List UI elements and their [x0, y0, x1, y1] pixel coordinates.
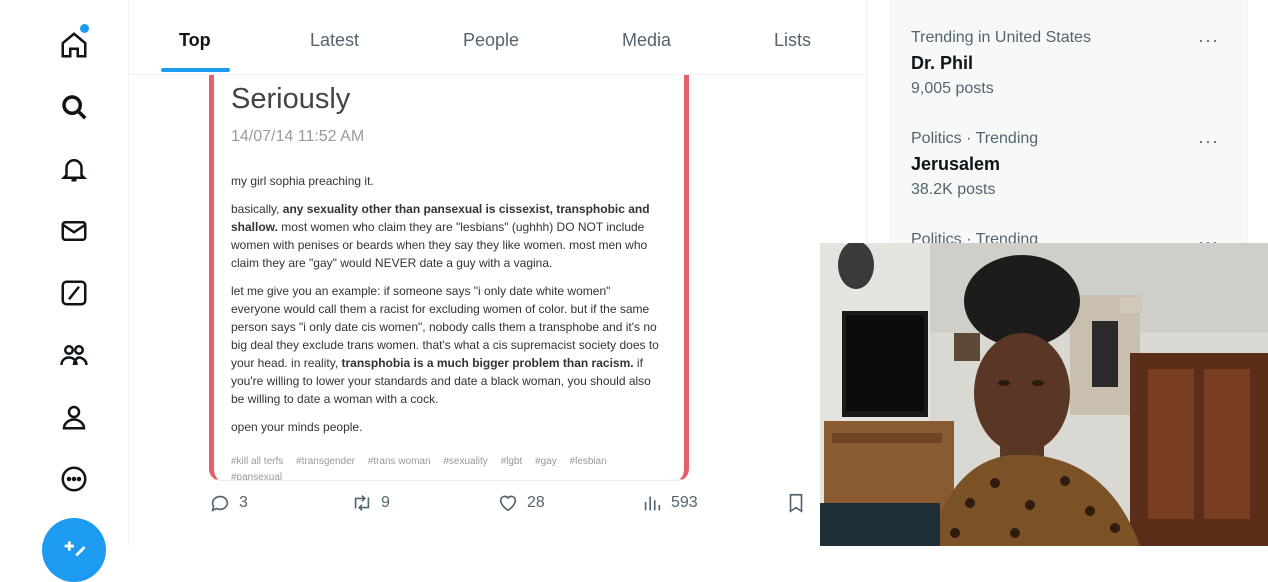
heart-icon	[499, 495, 517, 512]
tag: #gay	[535, 456, 557, 467]
view-count: 593	[671, 494, 698, 511]
views-icon	[644, 496, 661, 511]
more-icon[interactable]	[56, 461, 92, 497]
compose-icon	[64, 541, 86, 557]
tab-latest[interactable]: Latest	[310, 30, 359, 51]
main-column: Seriously 14/07/14 11:52 AM my girl soph…	[128, 0, 867, 546]
tag: #transgender	[296, 456, 355, 467]
reply-count: 3	[239, 494, 248, 511]
tab-top[interactable]: Top	[179, 30, 211, 51]
more-options-icon[interactable]: ···	[1198, 30, 1219, 51]
post-paragraph: let me give you an example: if someone s…	[231, 282, 661, 408]
post-image-card[interactable]: Seriously 14/07/14 11:52 AM my girl soph…	[209, 74, 689, 481]
webcam-overlay	[820, 243, 1268, 546]
tag: #sexuality	[443, 456, 488, 467]
post-tags: #kill all terfs #transgender #trans woma…	[231, 454, 661, 481]
tag: #kill all terfs	[231, 456, 284, 467]
trend-meta: Trending in United States	[911, 29, 1091, 46]
repost-icon	[354, 495, 370, 511]
trend-name: Dr. Phil	[911, 53, 974, 73]
active-tab-indicator	[161, 68, 230, 72]
search-icon[interactable]	[56, 89, 92, 125]
notification-dot	[80, 24, 89, 33]
post-paragraph: open your minds people.	[231, 420, 363, 434]
tab-people[interactable]: People	[463, 30, 519, 51]
more-options-icon[interactable]: ···	[1198, 131, 1219, 152]
bell-icon[interactable]	[56, 151, 92, 187]
tab-lists[interactable]: Lists	[774, 30, 811, 51]
tag: #lesbian	[569, 456, 607, 467]
reply-icon	[211, 495, 229, 512]
like-button[interactable]: 28	[497, 492, 545, 514]
tag: #trans woman	[367, 456, 431, 467]
post-paragraph: my girl sophia preaching it.	[231, 174, 374, 188]
bookmark-button[interactable]	[785, 492, 807, 514]
post-body: my girl sophia preaching it. basically, …	[231, 172, 661, 446]
post-text: basically,	[231, 202, 283, 216]
trend-name: Jerusalem	[911, 154, 1001, 174]
mail-icon[interactable]	[56, 213, 92, 249]
trend-count: 9,005 posts	[911, 80, 994, 97]
post-bold-text: transphobia is a much bigger problem tha…	[341, 356, 634, 370]
bookmark-icon	[789, 493, 803, 513]
reply-button[interactable]: 3	[209, 492, 248, 514]
post-date: 14/07/14 11:52 AM	[231, 128, 365, 145]
post-paragraph: basically, any sexuality other than pans…	[231, 200, 661, 272]
tab-media[interactable]: Media	[622, 30, 671, 51]
profile-icon[interactable]	[56, 399, 92, 435]
webcam-video	[820, 243, 1268, 546]
trend-item[interactable]: Trending in United States Dr. Phil 9,005…	[911, 29, 1231, 98]
communities-icon[interactable]	[56, 337, 92, 373]
trend-count: 38.2K posts	[911, 181, 996, 198]
post-text: most women who claim they are "lesbians"…	[231, 220, 648, 270]
trend-meta: Politics · Trending	[911, 130, 1039, 147]
repost-button[interactable]: 9	[351, 492, 390, 514]
post-title: Seriously	[231, 83, 351, 115]
left-nav	[0, 0, 128, 582]
repost-count: 9	[381, 494, 390, 511]
compose-button[interactable]	[42, 518, 106, 582]
views-button[interactable]: 593	[641, 492, 698, 514]
tag: #pansexual	[231, 472, 283, 481]
search-tabs: Top Latest People Media Lists	[129, 0, 866, 75]
trend-item[interactable]: Politics · Trending Jerusalem 38.2K post…	[911, 130, 1231, 199]
like-count: 28	[527, 494, 545, 511]
grok-icon[interactable]	[56, 275, 92, 311]
post-actions: 3 9 28 593	[129, 492, 866, 526]
tag: #lgbt	[500, 456, 523, 467]
